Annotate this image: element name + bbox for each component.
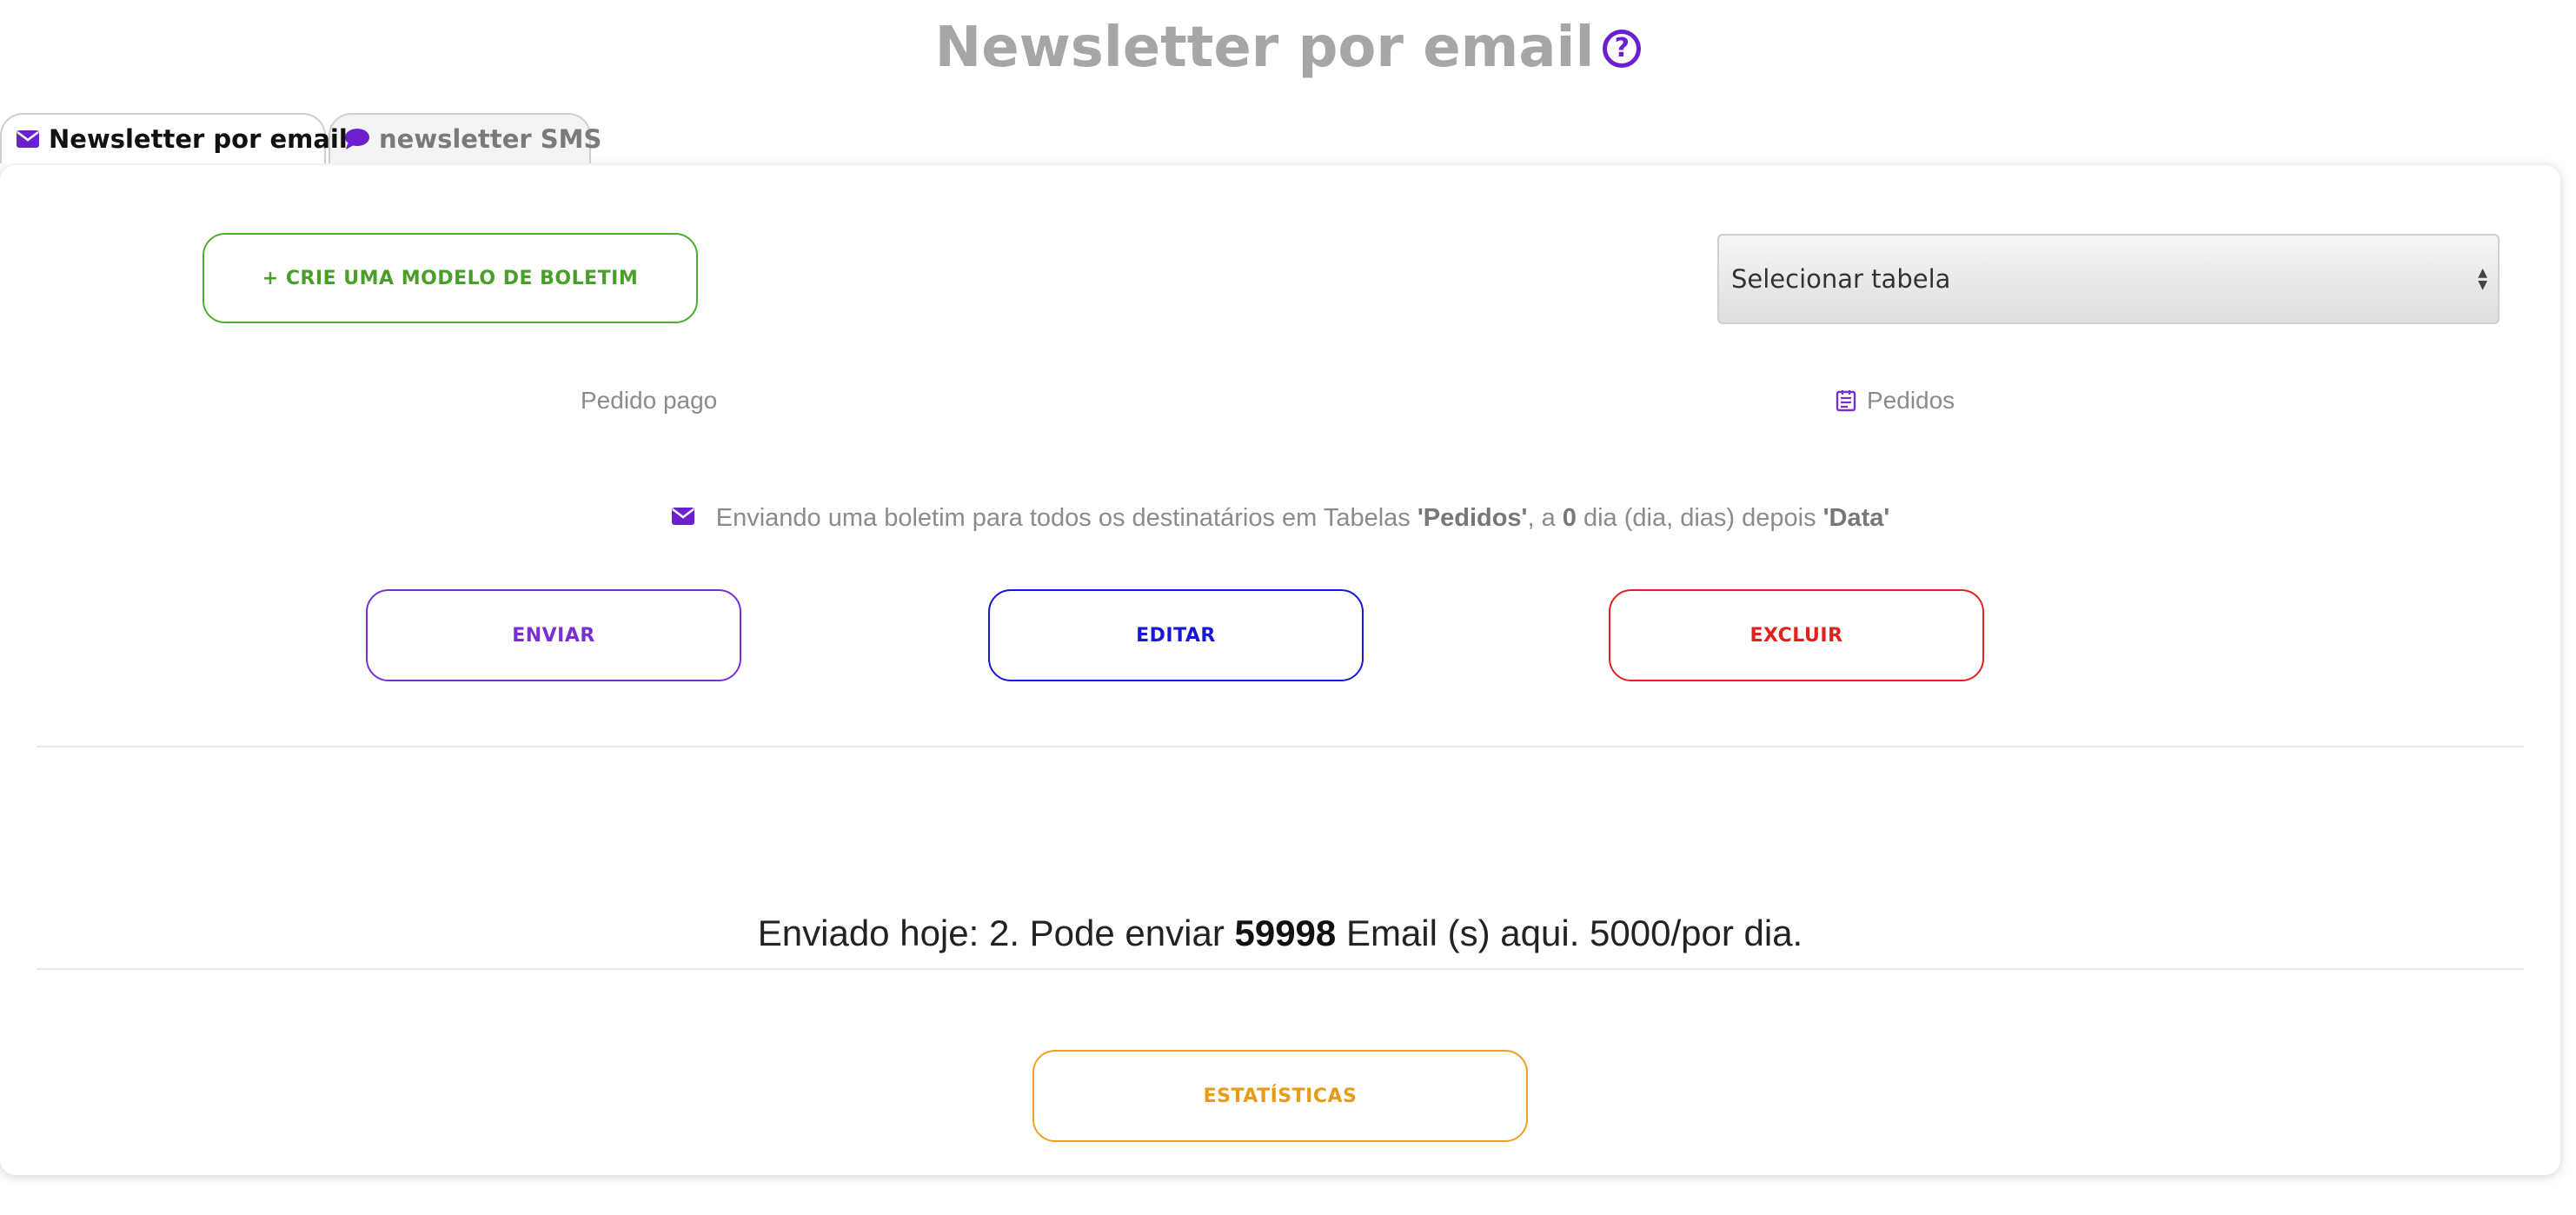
table-label: Pedidos bbox=[1867, 387, 1955, 414]
newsletter-description: Enviando uma boletim para todos os desti… bbox=[0, 504, 2560, 533]
description-field: 'Data' bbox=[1822, 504, 1890, 532]
tab-newsletter-sms[interactable]: newsletter SMS bbox=[329, 113, 601, 163]
description-mid: , a bbox=[1527, 504, 1556, 532]
envelope-icon bbox=[671, 507, 695, 526]
description-table: 'Pedidos' bbox=[1417, 504, 1528, 532]
create-template-button[interactable]: + CRIE UMA MODELO DE BOLETIM bbox=[202, 233, 698, 323]
page-title-text: Newsletter por email bbox=[934, 16, 1595, 80]
edit-button[interactable]: EDITAR bbox=[988, 589, 1364, 681]
description-days: 0 bbox=[1562, 504, 1577, 532]
delete-button[interactable]: EXCLUIR bbox=[1609, 589, 1984, 681]
list-icon bbox=[1836, 389, 1856, 412]
status-label: Pedido pago bbox=[581, 387, 718, 414]
newsletter-panel: + CRIE UMA MODELO DE BOLETIM Selecionar … bbox=[0, 165, 2560, 1175]
envelope-icon bbox=[16, 129, 40, 149]
tab-label: newsletter SMS bbox=[379, 124, 602, 154]
table-info: Pedidos bbox=[1836, 387, 1955, 415]
sent-today-prefix: Enviado hoje: 2. Pode enviar bbox=[757, 913, 1225, 953]
select-table-dropdown[interactable]: Selecionar tabela ▲ ▼ bbox=[1717, 234, 2500, 324]
question-circle-icon[interactable]: ? bbox=[1603, 30, 1642, 69]
sent-today-summary: Enviado hoje: 2. Pode enviar 59998 Email… bbox=[0, 913, 2560, 954]
divider bbox=[37, 968, 2524, 970]
page-title: Newsletter por email? bbox=[0, 9, 2576, 87]
send-button[interactable]: ENVIAR bbox=[366, 589, 741, 681]
divider bbox=[37, 746, 2524, 747]
tab-newsletter-email[interactable]: Newsletter por email bbox=[0, 113, 348, 163]
sent-today-suffix: Email (s) aqui. 5000/por dia. bbox=[1345, 913, 1803, 953]
select-arrows-icon: ▲ ▼ bbox=[2478, 266, 2487, 292]
description-prefix: Enviando uma boletim para todos os desti… bbox=[715, 504, 1411, 532]
sent-today-count: 59998 bbox=[1234, 913, 1337, 953]
description-after-days: dia (dia, dias) depois bbox=[1583, 504, 1816, 532]
comment-icon bbox=[344, 128, 370, 150]
tab-label: Newsletter por email bbox=[49, 124, 348, 154]
statistics-button[interactable]: ESTATÍSTICAS bbox=[1032, 1050, 1528, 1142]
select-table-value: Selecionar tabela bbox=[1731, 264, 1951, 294]
